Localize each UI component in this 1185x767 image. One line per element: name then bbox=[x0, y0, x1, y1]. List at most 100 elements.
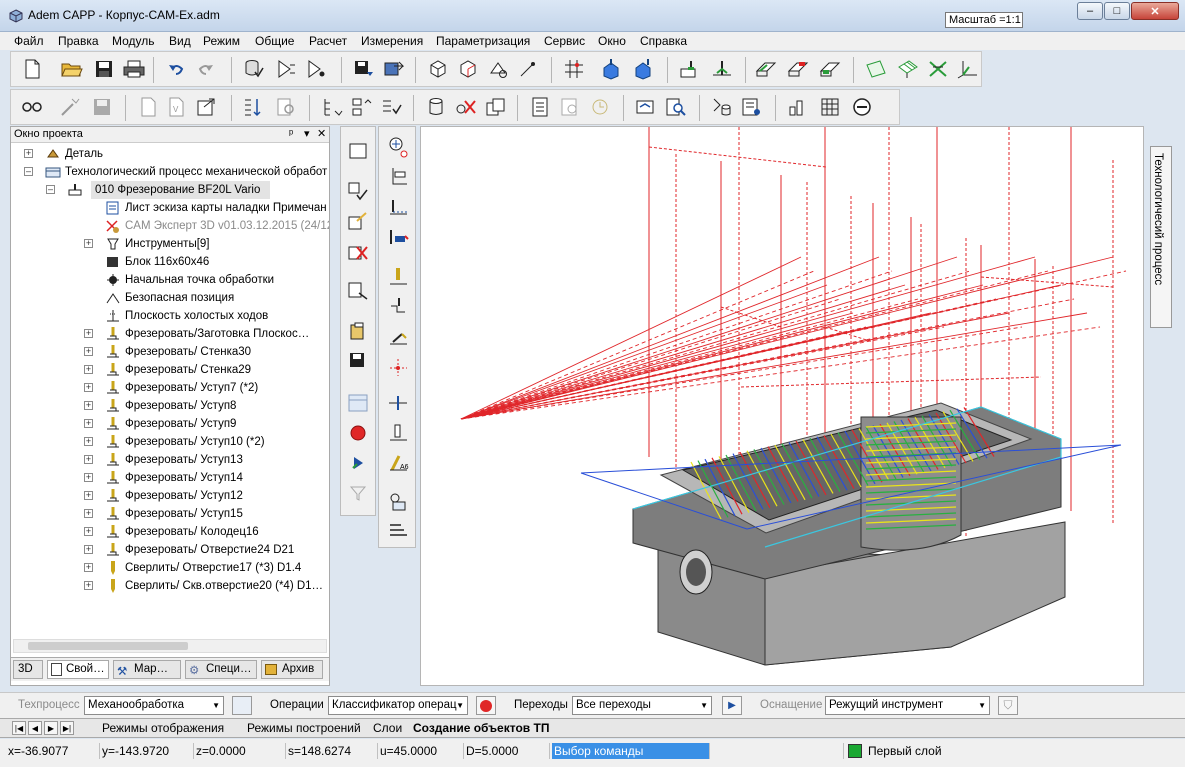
tree-row[interactable]: Безопасная позиция bbox=[11, 289, 329, 307]
tab-construction-modes[interactable]: Режимы построений bbox=[247, 720, 361, 736]
zoom-doc-icon[interactable] bbox=[665, 96, 687, 118]
minus-circle-icon[interactable] bbox=[851, 96, 873, 118]
save-disabled-icon[interactable] bbox=[91, 96, 113, 118]
cylinder-icon[interactable] bbox=[425, 96, 447, 118]
gear-assembly-icon[interactable] bbox=[383, 487, 413, 515]
surface-c-icon[interactable] bbox=[819, 58, 841, 80]
tree-row[interactable]: Начальная точка обработки bbox=[11, 271, 329, 289]
handshake-icon[interactable] bbox=[635, 96, 657, 118]
doc-disabled-icon[interactable] bbox=[137, 96, 159, 118]
cam-model-scene[interactable] bbox=[421, 127, 1144, 686]
tree-row[interactable]: + Фрезеровать/ Уступ9 bbox=[11, 415, 329, 433]
tool-list-icon[interactable] bbox=[741, 96, 763, 118]
tab-display-modes[interactable]: Режимы отображения bbox=[102, 720, 224, 736]
bar-chart-icon[interactable] bbox=[787, 96, 809, 118]
chamfer-tool-icon[interactable]: A6 bbox=[383, 449, 413, 477]
tree-row[interactable]: – 010 Фрезерование BF20L Vario bbox=[11, 181, 329, 199]
expand-icon[interactable]: + bbox=[84, 365, 93, 374]
expand-icon[interactable]: + bbox=[84, 419, 93, 428]
tree-row[interactable]: Плоскость холостых ходов bbox=[11, 307, 329, 325]
push-up-icon[interactable] bbox=[631, 58, 653, 80]
menu-service[interactable]: Сервис bbox=[544, 34, 585, 48]
side-panel-tab[interactable]: Технологичесий процесс bbox=[1150, 146, 1172, 328]
tree-row[interactable]: + Фрезеровать/ Уступ13 bbox=[11, 451, 329, 469]
tree-row[interactable]: + Сверлить/ Скв.отверстие20 (*4) D1… bbox=[11, 577, 329, 595]
first-tab-icon[interactable]: |◀ bbox=[12, 721, 26, 735]
expand-icon[interactable]: + bbox=[84, 329, 93, 338]
tree-row[interactable]: + Деталь bbox=[11, 145, 329, 163]
box-view-icon[interactable] bbox=[427, 58, 449, 80]
mill-step-icon[interactable] bbox=[383, 293, 413, 321]
settings-sketch-icon[interactable] bbox=[275, 58, 297, 80]
surface-a-icon[interactable] bbox=[755, 58, 777, 80]
delete-sheet-icon[interactable] bbox=[343, 237, 373, 265]
expand-icon[interactable]: + bbox=[84, 491, 93, 500]
plane-intersect-icon[interactable] bbox=[927, 58, 949, 80]
rotate-view-icon[interactable] bbox=[487, 58, 509, 80]
menu-mode[interactable]: Режим bbox=[203, 34, 240, 48]
minimize-button[interactable]: – bbox=[1077, 2, 1103, 20]
next-tab-icon[interactable]: ▶ bbox=[44, 721, 58, 735]
expand-icon[interactable]: + bbox=[84, 473, 93, 482]
menu-window[interactable]: Окно bbox=[598, 34, 626, 48]
copy-box-icon[interactable] bbox=[485, 96, 507, 118]
workpiece-icon[interactable] bbox=[679, 58, 701, 80]
tree-row[interactable]: + Инструменты[9] bbox=[11, 235, 329, 253]
techprocess-select[interactable]: Механообработка ▼ bbox=[84, 696, 224, 715]
report-doc-icon[interactable] bbox=[529, 96, 551, 118]
tree-row[interactable]: Лист эскиза карты наладки Примечан bbox=[11, 199, 329, 217]
wand-disabled-icon[interactable] bbox=[59, 96, 81, 118]
record-red-icon[interactable] bbox=[343, 419, 373, 447]
export-model-icon[interactable] bbox=[383, 58, 405, 80]
list-sort-icon[interactable] bbox=[243, 96, 265, 118]
doc-v-disabled-icon[interactable]: V bbox=[165, 96, 187, 118]
doc-search-icon[interactable] bbox=[275, 96, 297, 118]
drill-bit-icon[interactable] bbox=[383, 419, 413, 447]
panel-dropdown-icon[interactable]: ▾ bbox=[304, 127, 310, 142]
3d-viewport[interactable] bbox=[420, 126, 1144, 686]
probe-tool-icon[interactable] bbox=[383, 133, 413, 161]
tree-row[interactable]: Блок 116x60x46 bbox=[11, 253, 329, 271]
menu-module[interactable]: Модуль bbox=[112, 34, 155, 48]
tree-row[interactable]: + Фрезеровать/ Стенка30 bbox=[11, 343, 329, 361]
operations-select[interactable]: Классификатор операц ▼ bbox=[328, 696, 468, 715]
mill-angle-icon[interactable] bbox=[383, 323, 413, 351]
redo-icon[interactable] bbox=[195, 58, 217, 80]
menu-help[interactable]: Справка bbox=[640, 34, 687, 48]
tab-3d[interactable]: 3D bbox=[13, 660, 43, 679]
spindle-tool-icon[interactable] bbox=[383, 163, 413, 191]
expand-icon[interactable]: + bbox=[84, 527, 93, 536]
new-sheet-icon[interactable] bbox=[343, 137, 373, 165]
tree-row[interactable]: + Фрезеровать/ Уступ14 bbox=[11, 469, 329, 487]
save-all-icon[interactable] bbox=[343, 347, 373, 375]
list-lines-icon[interactable] bbox=[383, 517, 413, 545]
menu-file[interactable]: Файл bbox=[14, 34, 44, 48]
play-step-icon[interactable] bbox=[343, 449, 373, 477]
surface-b-icon[interactable] bbox=[787, 58, 809, 80]
time-disabled-icon[interactable] bbox=[589, 96, 611, 118]
tree-row[interactable]: + Фрезеровать/Заготовка Плоскос… bbox=[11, 325, 329, 343]
scrollbar-thumb[interactable] bbox=[28, 642, 188, 650]
tree-row[interactable]: + Фрезеровать/ Стенка29 bbox=[11, 361, 329, 379]
menu-parametrization[interactable]: Параметризация bbox=[436, 34, 530, 48]
move-sheet-icon[interactable] bbox=[343, 277, 373, 305]
eyeglasses-icon[interactable] bbox=[21, 96, 43, 118]
tool-db-icon[interactable] bbox=[711, 96, 733, 118]
expand-icon[interactable]: + bbox=[84, 455, 93, 464]
push-down-icon[interactable] bbox=[599, 58, 621, 80]
expand-icon[interactable]: + bbox=[84, 509, 93, 518]
tree-expand-icon[interactable] bbox=[351, 96, 373, 118]
tree-collapse-icon[interactable] bbox=[321, 96, 343, 118]
tree-row[interactable]: + Фрезеровать/ Колодец16 bbox=[11, 523, 329, 541]
tab-specification[interactable]: ⚙ Специ… bbox=[185, 660, 257, 679]
equipment-select[interactable]: Режущий инструмент ▼ bbox=[825, 696, 990, 715]
maximize-button[interactable]: □ bbox=[1104, 2, 1130, 20]
tree-row[interactable]: + Фрезеровать/ Уступ10 (*2) bbox=[11, 433, 329, 451]
mill-point-icon[interactable] bbox=[383, 353, 413, 381]
settings-disabled-icon[interactable] bbox=[559, 96, 581, 118]
expand-icon[interactable]: + bbox=[84, 347, 93, 356]
cut-delete-icon[interactable] bbox=[455, 96, 477, 118]
transitions-select[interactable]: Все переходы ▼ bbox=[572, 696, 712, 715]
tree-row[interactable]: – Технологический процесс механической об… bbox=[11, 163, 329, 181]
tab-route[interactable]: ⚒ Мар… bbox=[113, 660, 181, 679]
